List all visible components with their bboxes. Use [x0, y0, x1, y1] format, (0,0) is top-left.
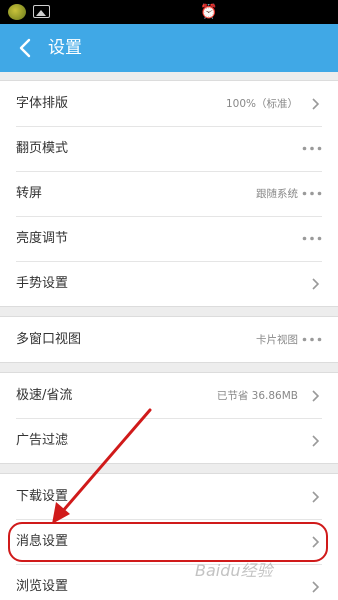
setting-value: 跟随系统 — [256, 188, 298, 200]
setting-label: 字体排版 — [16, 96, 69, 111]
setting-label: 浏览设置 — [16, 579, 69, 594]
setting-label: 极速/省流 — [16, 388, 73, 403]
setting-label: 亮度调节 — [16, 231, 69, 246]
more-dots-icon — [302, 191, 322, 196]
redacted-area — [228, 3, 326, 21]
setting-screen-rotation[interactable]: 转屏 跟随系统 — [0, 171, 338, 216]
watermark: Baidu经验 — [195, 556, 315, 586]
settings-group-display: 字体排版 100%（标准） 翻页模式 转屏 跟随系统 亮度调节 手势设置 — [0, 80, 338, 307]
chevron-left-icon[interactable] — [16, 37, 34, 59]
setting-value: 已节省 36.86MB — [216, 390, 298, 402]
setting-ad-filter[interactable]: 广告过滤 — [0, 418, 338, 463]
chevron-right-icon — [312, 435, 320, 447]
page-title: 设置 — [48, 38, 82, 58]
setting-label: 下载设置 — [16, 489, 69, 504]
settings-group-data: 极速/省流 已节省 36.86MB 广告过滤 — [0, 372, 338, 464]
chevron-right-icon — [312, 491, 320, 503]
more-dots-icon — [302, 146, 322, 151]
setting-font-layout[interactable]: 字体排版 100%（标准） — [0, 81, 338, 126]
setting-gestures[interactable]: 手势设置 — [0, 261, 338, 306]
chevron-right-icon — [312, 98, 320, 110]
status-bar: ⏰ — [0, 0, 338, 24]
app-icon — [8, 4, 26, 20]
title-bar: 设置 — [0, 24, 338, 72]
setting-multi-window-view[interactable]: 多窗口视图 卡片视图 — [0, 317, 338, 362]
alarm-icon: ⏰ — [200, 4, 218, 20]
more-dots-icon — [302, 236, 322, 241]
image-icon — [33, 5, 50, 18]
setting-label: 多窗口视图 — [16, 332, 82, 347]
setting-speed-data-saving[interactable]: 极速/省流 已节省 36.86MB — [0, 373, 338, 418]
setting-value: 卡片视图 — [256, 334, 298, 346]
setting-label: 转屏 — [16, 186, 43, 201]
watermark-text: Baidu经验 — [195, 561, 273, 580]
chevron-right-icon — [312, 390, 320, 402]
settings-group-window: 多窗口视图 卡片视图 — [0, 316, 338, 363]
chevron-right-icon — [312, 278, 320, 290]
setting-label: 手势设置 — [16, 276, 69, 291]
setting-label: 广告过滤 — [16, 433, 69, 448]
more-dots-icon — [302, 337, 322, 342]
setting-download[interactable]: 下载设置 — [0, 474, 338, 519]
setting-page-turn-mode[interactable]: 翻页模式 — [0, 126, 338, 171]
setting-brightness[interactable]: 亮度调节 — [0, 216, 338, 261]
setting-value: 100%（标准） — [225, 98, 298, 110]
setting-label: 翻页模式 — [16, 141, 69, 156]
